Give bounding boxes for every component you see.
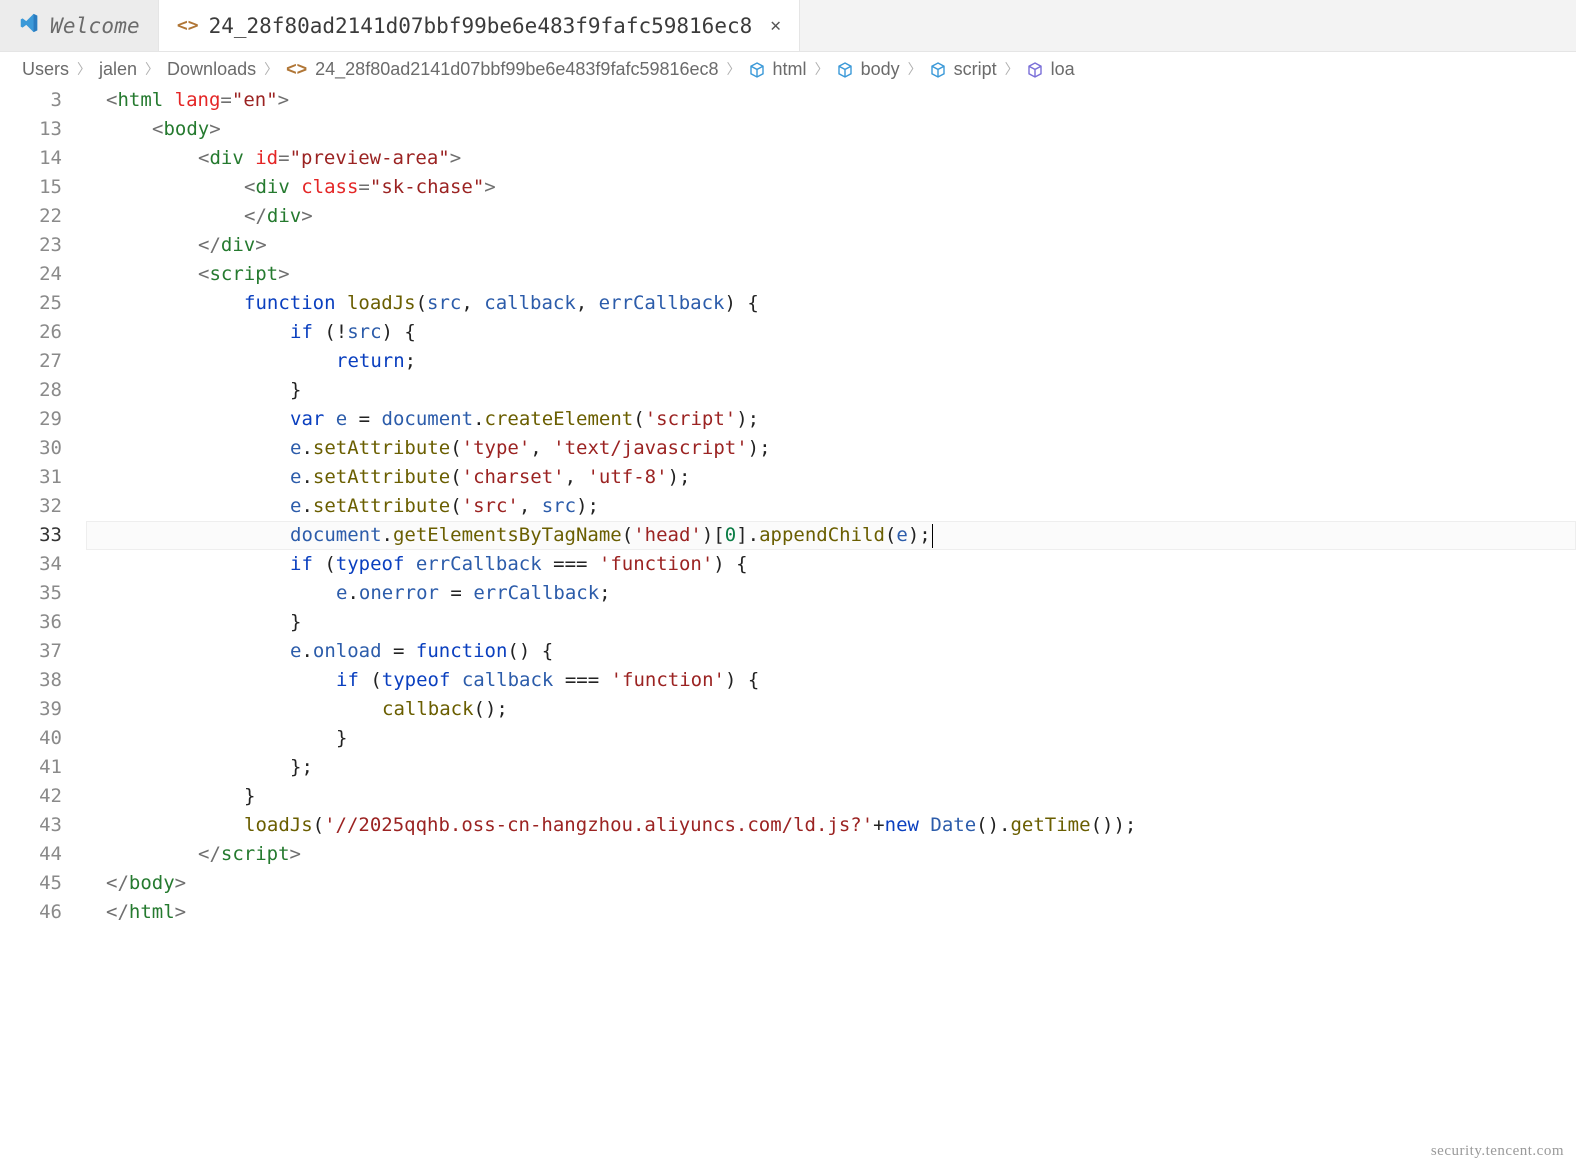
code-line[interactable]: <script>: [86, 260, 1576, 289]
code-line[interactable]: if (!src) {: [86, 318, 1576, 347]
code-line[interactable]: </div>: [86, 202, 1576, 231]
code-line[interactable]: }: [86, 376, 1576, 405]
line-number: 42: [0, 782, 62, 811]
breadcrumb-symbol[interactable]: loa: [1051, 59, 1075, 80]
html-file-icon: <>: [177, 15, 199, 36]
code-line[interactable]: }: [86, 724, 1576, 753]
line-number: 38: [0, 666, 62, 695]
line-number: 36: [0, 608, 62, 637]
tab-label: 24_28f80ad2141d07bbf99be6e483f9fafc59816…: [209, 14, 753, 38]
line-number: 45: [0, 869, 62, 898]
symbol-icon: [749, 59, 765, 80]
line-number: 25: [0, 289, 62, 318]
chevron-right-icon: 〉: [145, 59, 159, 79]
code-line[interactable]: e.setAttribute('type', 'text/javascript'…: [86, 434, 1576, 463]
code-line[interactable]: <div id="preview-area">: [86, 144, 1576, 173]
tab-bar: Welcome <> 24_28f80ad2141d07bbf99be6e483…: [0, 0, 1576, 52]
tab-welcome[interactable]: Welcome: [0, 0, 159, 51]
code-line[interactable]: callback();: [86, 695, 1576, 724]
line-number: 32: [0, 492, 62, 521]
line-number: 41: [0, 753, 62, 782]
tab-label: Welcome: [50, 14, 140, 38]
line-number: 43: [0, 811, 62, 840]
code-line[interactable]: loadJs('//2025qqhb.oss-cn-hangzhou.aliyu…: [86, 811, 1576, 840]
code-line[interactable]: </html>: [86, 898, 1576, 927]
chevron-right-icon: 〉: [908, 59, 922, 79]
line-number: 14: [0, 144, 62, 173]
breadcrumb-item[interactable]: Downloads: [167, 59, 256, 80]
close-icon[interactable]: ✕: [770, 15, 781, 36]
chevron-right-icon: 〉: [727, 59, 741, 79]
line-number: 31: [0, 463, 62, 492]
code-line[interactable]: var e = document.createElement('script')…: [86, 405, 1576, 434]
tab-file[interactable]: <> 24_28f80ad2141d07bbf99be6e483f9fafc59…: [159, 0, 800, 51]
code-line[interactable]: e.onerror = errCallback;: [86, 579, 1576, 608]
breadcrumb[interactable]: Users 〉 jalen 〉 Downloads 〉 <> 24_28f80a…: [0, 52, 1576, 86]
code-line[interactable]: if (typeof errCallback === 'function') {: [86, 550, 1576, 579]
symbol-icon: [837, 59, 853, 80]
code-line[interactable]: <body>: [86, 115, 1576, 144]
line-number: 33: [0, 521, 62, 550]
symbol-icon: [1027, 59, 1043, 80]
chevron-right-icon: 〉: [815, 59, 829, 79]
line-number: 13: [0, 115, 62, 144]
vscode-icon: [18, 12, 40, 39]
code-line[interactable]: }: [86, 608, 1576, 637]
code-line[interactable]: if (typeof callback === 'function') {: [86, 666, 1576, 695]
line-number: 22: [0, 202, 62, 231]
breadcrumb-item[interactable]: Users: [22, 59, 69, 80]
code-editor[interactable]: 3 13 14 15 22 23 24 25 26 27 28 29 30 31…: [0, 86, 1576, 1166]
code-line[interactable]: </body>: [86, 869, 1576, 898]
code-line[interactable]: e.setAttribute('charset', 'utf-8');: [86, 463, 1576, 492]
line-number: 26: [0, 318, 62, 347]
line-number: 44: [0, 840, 62, 869]
breadcrumb-symbol[interactable]: body: [861, 59, 900, 80]
code-line-current[interactable]: document.getElementsByTagName('head')[0]…: [86, 521, 1576, 550]
code-line[interactable]: <div class="sk-chase">: [86, 173, 1576, 202]
line-number: 3: [0, 86, 62, 115]
chevron-right-icon: 〉: [264, 59, 278, 79]
code-line[interactable]: <html lang="en">: [86, 86, 1576, 115]
code-line[interactable]: </script>: [86, 840, 1576, 869]
text-cursor: [932, 524, 933, 548]
code-line[interactable]: function loadJs(src, callback, errCallba…: [86, 289, 1576, 318]
line-number: 29: [0, 405, 62, 434]
line-number: 27: [0, 347, 62, 376]
line-number: 35: [0, 579, 62, 608]
code-line[interactable]: };: [86, 753, 1576, 782]
watermark: security.tencent.com: [1431, 1143, 1564, 1160]
chevron-right-icon: 〉: [1005, 59, 1019, 79]
breadcrumb-file[interactable]: 24_28f80ad2141d07bbf99be6e483f9fafc59816…: [315, 59, 718, 80]
line-number: 39: [0, 695, 62, 724]
line-number: 30: [0, 434, 62, 463]
code-line[interactable]: return;: [86, 347, 1576, 376]
line-number: 28: [0, 376, 62, 405]
code-content[interactable]: <html lang="en"> <body> <div id="preview…: [86, 86, 1576, 1166]
code-line[interactable]: </div>: [86, 231, 1576, 260]
line-number: 46: [0, 898, 62, 927]
breadcrumb-symbol[interactable]: html: [773, 59, 807, 80]
line-number: 15: [0, 173, 62, 202]
symbol-icon: [930, 59, 946, 80]
line-number-gutter: 3 13 14 15 22 23 24 25 26 27 28 29 30 31…: [0, 86, 86, 1166]
code-line[interactable]: e.onload = function() {: [86, 637, 1576, 666]
line-number: 23: [0, 231, 62, 260]
line-number: 37: [0, 637, 62, 666]
line-number: 34: [0, 550, 62, 579]
code-line[interactable]: e.setAttribute('src', src);: [86, 492, 1576, 521]
line-number: 24: [0, 260, 62, 289]
chevron-right-icon: 〉: [77, 59, 91, 79]
html-file-icon: <>: [286, 59, 307, 80]
code-line[interactable]: }: [86, 782, 1576, 811]
breadcrumb-item[interactable]: jalen: [99, 59, 137, 80]
line-number: 40: [0, 724, 62, 753]
breadcrumb-symbol[interactable]: script: [954, 59, 997, 80]
